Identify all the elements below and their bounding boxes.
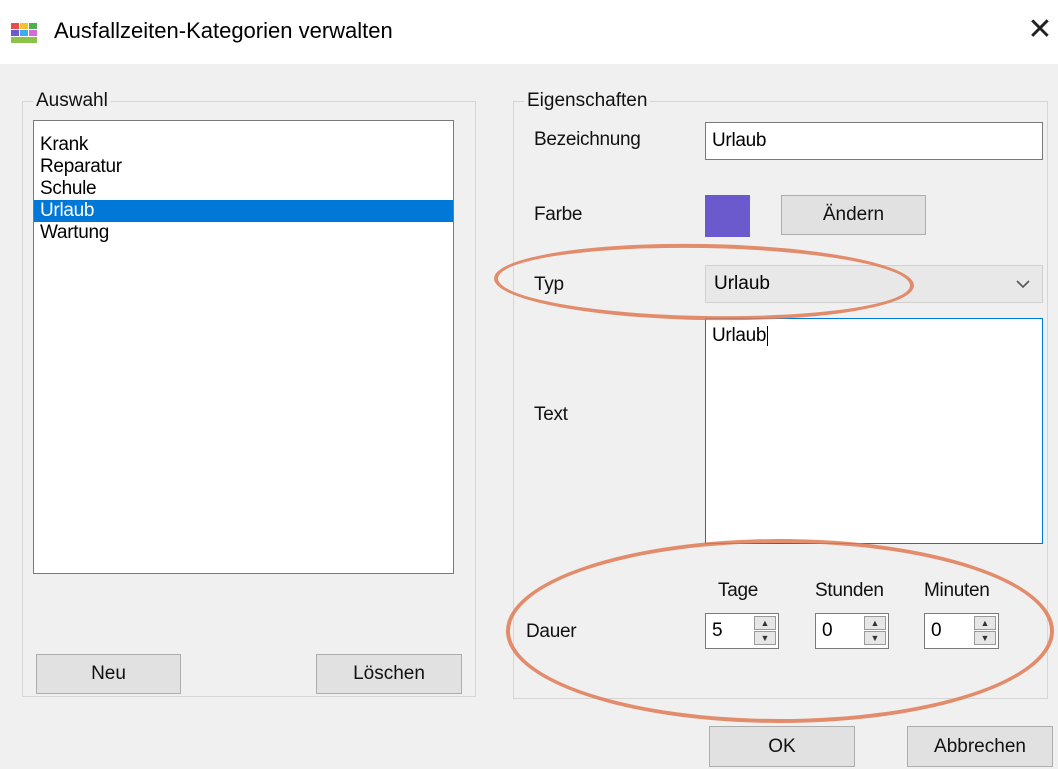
spin-down-icon[interactable]: ▼ (754, 631, 776, 645)
bezeichnung-label: Bezeichnung (534, 129, 641, 150)
spin-up-icon[interactable]: ▲ (974, 616, 996, 630)
delete-button[interactable]: Löschen (316, 654, 462, 694)
typ-dropdown[interactable]: Urlaub (705, 265, 1043, 303)
list-item-wartung[interactable]: Wartung (34, 222, 453, 244)
window-title: Ausfallzeiten-Kategorien verwalten (54, 18, 393, 43)
list-item-schule[interactable]: Schule (34, 178, 453, 200)
new-button[interactable]: Neu (36, 654, 181, 694)
spin-up-icon[interactable]: ▲ (864, 616, 886, 630)
stunden-label: Stunden (815, 580, 884, 601)
spin-up-icon[interactable]: ▲ (754, 616, 776, 630)
category-list[interactable]: Krank Reparatur Schule Urlaub Wartung (33, 120, 454, 574)
chevron-down-icon[interactable] (1016, 266, 1030, 316)
text-textarea[interactable]: Urlaub (705, 318, 1043, 544)
title-bar: Ausfallzeiten-Kategorien verwalten ✕ (0, 0, 1058, 64)
dauer-label: Dauer (526, 621, 577, 642)
minuten-value: 0 (931, 620, 942, 641)
stunden-value: 0 (822, 620, 833, 641)
farbe-label: Farbe (534, 204, 583, 225)
list-item-reparatur[interactable]: Reparatur (34, 156, 453, 178)
spin-down-icon[interactable]: ▼ (864, 631, 886, 645)
list-item-urlaub[interactable]: Urlaub (34, 200, 453, 222)
tage-label: Tage (718, 580, 759, 601)
change-color-button[interactable]: Ändern (781, 195, 926, 235)
tage-value: 5 (712, 620, 723, 641)
text-caret (767, 325, 769, 346)
close-icon[interactable]: ✕ (1020, 10, 1058, 50)
minuten-label: Minuten (924, 580, 990, 601)
typ-dropdown-value: Urlaub (714, 273, 770, 294)
ok-button[interactable]: OK (709, 726, 855, 767)
list-item-krank[interactable]: Krank (34, 134, 453, 156)
tage-stepper[interactable]: 5 ▲ ▼ (705, 613, 779, 649)
stunden-stepper[interactable]: 0 ▲ ▼ (815, 613, 889, 649)
color-swatch (705, 195, 750, 237)
eigenschaften-group-label: Eigenschaften (524, 90, 651, 112)
bezeichnung-input[interactable]: Urlaub (705, 122, 1043, 160)
auswahl-group-label: Auswahl (33, 90, 111, 112)
text-value: Urlaub (712, 325, 767, 346)
cancel-button[interactable]: Abbrechen (907, 726, 1053, 767)
app-icon (11, 23, 37, 43)
typ-label: Typ (534, 274, 564, 295)
text-label: Text (534, 404, 568, 425)
spin-down-icon[interactable]: ▼ (974, 631, 996, 645)
minuten-stepper[interactable]: 0 ▲ ▼ (924, 613, 999, 649)
